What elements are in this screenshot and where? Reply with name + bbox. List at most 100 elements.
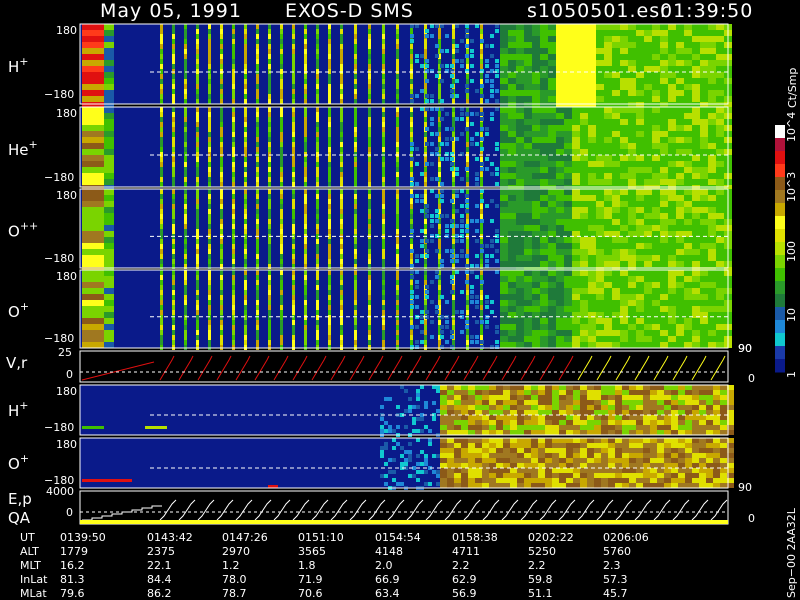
species: He [8,141,29,159]
colorbar-swatch [775,333,785,347]
right-tick: 90 [738,481,752,494]
charge: + [20,452,29,465]
header-instrument: EXOS-D SMS [285,0,414,22]
colorbar-swatch [775,307,785,321]
ytick-bottom: −180 [44,421,74,434]
panel-o-plus-2 [79,437,734,490]
ytick-bottom: −180 [44,171,74,184]
footer-cell: 1.8 [298,559,316,572]
footer-cell: 0139:50 [60,531,106,544]
label-o-plus: O+ [8,300,29,321]
footer-label-ut: UT [20,531,35,544]
footer-cell: 0158:38 [452,531,498,544]
colorbar-swatch [775,320,785,334]
footer-cell: 2.2 [452,559,470,572]
footer-cell: 66.9 [375,573,400,586]
footer-cell: 2375 [147,545,175,558]
ytick-mid: 0 [66,506,73,519]
footer-cell: 2970 [222,545,250,558]
colorbar-title: Ct/Smp [786,68,799,108]
colorbar-label: 10 [785,308,798,322]
footer-cell: 0143:42 [147,531,193,544]
colorbar: 10^4 10^3 100 10 1 [775,112,798,378]
footer-cell: 4148 [375,545,403,558]
right-scale-bottom: 0 [748,372,755,385]
panel-ep [79,490,729,525]
footer-label-mlat: MLat [20,587,47,600]
colorbar-swatch [775,294,785,308]
footer-cell: 1779 [60,545,88,558]
panel-he-plus [79,106,732,191]
footer-cell: 57.3 [603,573,628,586]
footer-label-alt: ALT [20,545,39,558]
species: O [8,303,20,321]
colorbar-label: 10^3 [785,172,798,202]
label-h-plus: H+ [8,55,29,76]
colorbar-swatch [775,359,785,373]
species: O [8,223,20,241]
footer-cell: 84.4 [147,573,172,586]
footer-cell: 78.0 [222,573,247,586]
footer-cell: 2.3 [603,559,621,572]
colorbar-swatch [775,177,785,191]
panel-h-plus-2 [79,384,734,437]
charge: + [29,138,38,151]
footer-cell: 0151:10 [298,531,344,544]
footer-cell: 2.2 [528,559,546,572]
panel-o-plus-plus [79,188,732,273]
colorbar-swatch [775,255,785,269]
stamp: Sep−00 2AA32L [785,507,798,598]
ytick-top: 4000 [46,485,74,498]
charge: + [20,300,29,313]
colorbar-swatch [775,346,785,360]
charge: + [19,399,28,412]
footer-cell: 71.9 [298,573,323,586]
ytick-bottom: −180 [44,332,74,345]
header-file: s1050501.esr [527,0,669,22]
label-vr: V,r [6,354,28,372]
charge: ++ [20,220,38,233]
footer-label-inlat: InLat [20,573,48,586]
footer-table: UT 0139:50 0143:42 0147:26 0151:10 0154:54 015… [20,531,649,600]
colorbar-swatch [775,229,785,243]
label-h-plus-2: H+ [8,399,29,420]
spectrogram-figure: May 05, 1991 EXOS-D SMS s1050501.esr 01:… [6,0,799,600]
colorbar-label: 1 [785,371,798,378]
colorbar-swatch [775,242,785,256]
footer-cell: 79.6 [60,587,85,600]
colorbar-swatch [775,268,785,282]
footer-cell: 0202:22 [528,531,574,544]
colorbar-label: 10^4 [785,112,798,142]
ytick-top: 25 [58,346,72,359]
footer-cell: 22.1 [147,559,172,572]
colorbar-swatch [775,281,785,295]
ytick-top: 180 [56,438,77,451]
charge: + [19,55,28,68]
colorbar-label: 100 [785,241,798,262]
footer-cell: 4711 [452,545,480,558]
footer-cell: 0206:06 [603,531,649,544]
ytick-top: 180 [56,270,77,283]
footer-cell: 62.9 [452,573,477,586]
ytick-top: 180 [56,385,77,398]
panel-vr [79,350,729,383]
footer-cell: 45.7 [603,587,628,600]
footer-cell: 0147:26 [222,531,268,544]
ytick-mid: 0 [66,368,73,381]
species: H [8,402,19,420]
footer-cell: 59.8 [528,573,553,586]
colorbar-swatch [775,216,785,230]
panel-h-plus [79,23,732,108]
footer-cell: 1.2 [222,559,240,572]
footer-label-mlt: MLT [20,559,41,572]
colorbar-swatch [775,138,785,152]
ytick-top: 180 [56,189,77,202]
label-qa: QA [8,509,31,527]
right-tick: 0 [748,512,755,525]
colorbar-swatch [775,164,785,178]
species: H [8,58,19,76]
label-o-plus-2: O+ [8,452,29,473]
footer-cell: 5250 [528,545,556,558]
footer-cell: 63.4 [375,587,400,600]
ytick-bottom: −180 [44,252,74,265]
